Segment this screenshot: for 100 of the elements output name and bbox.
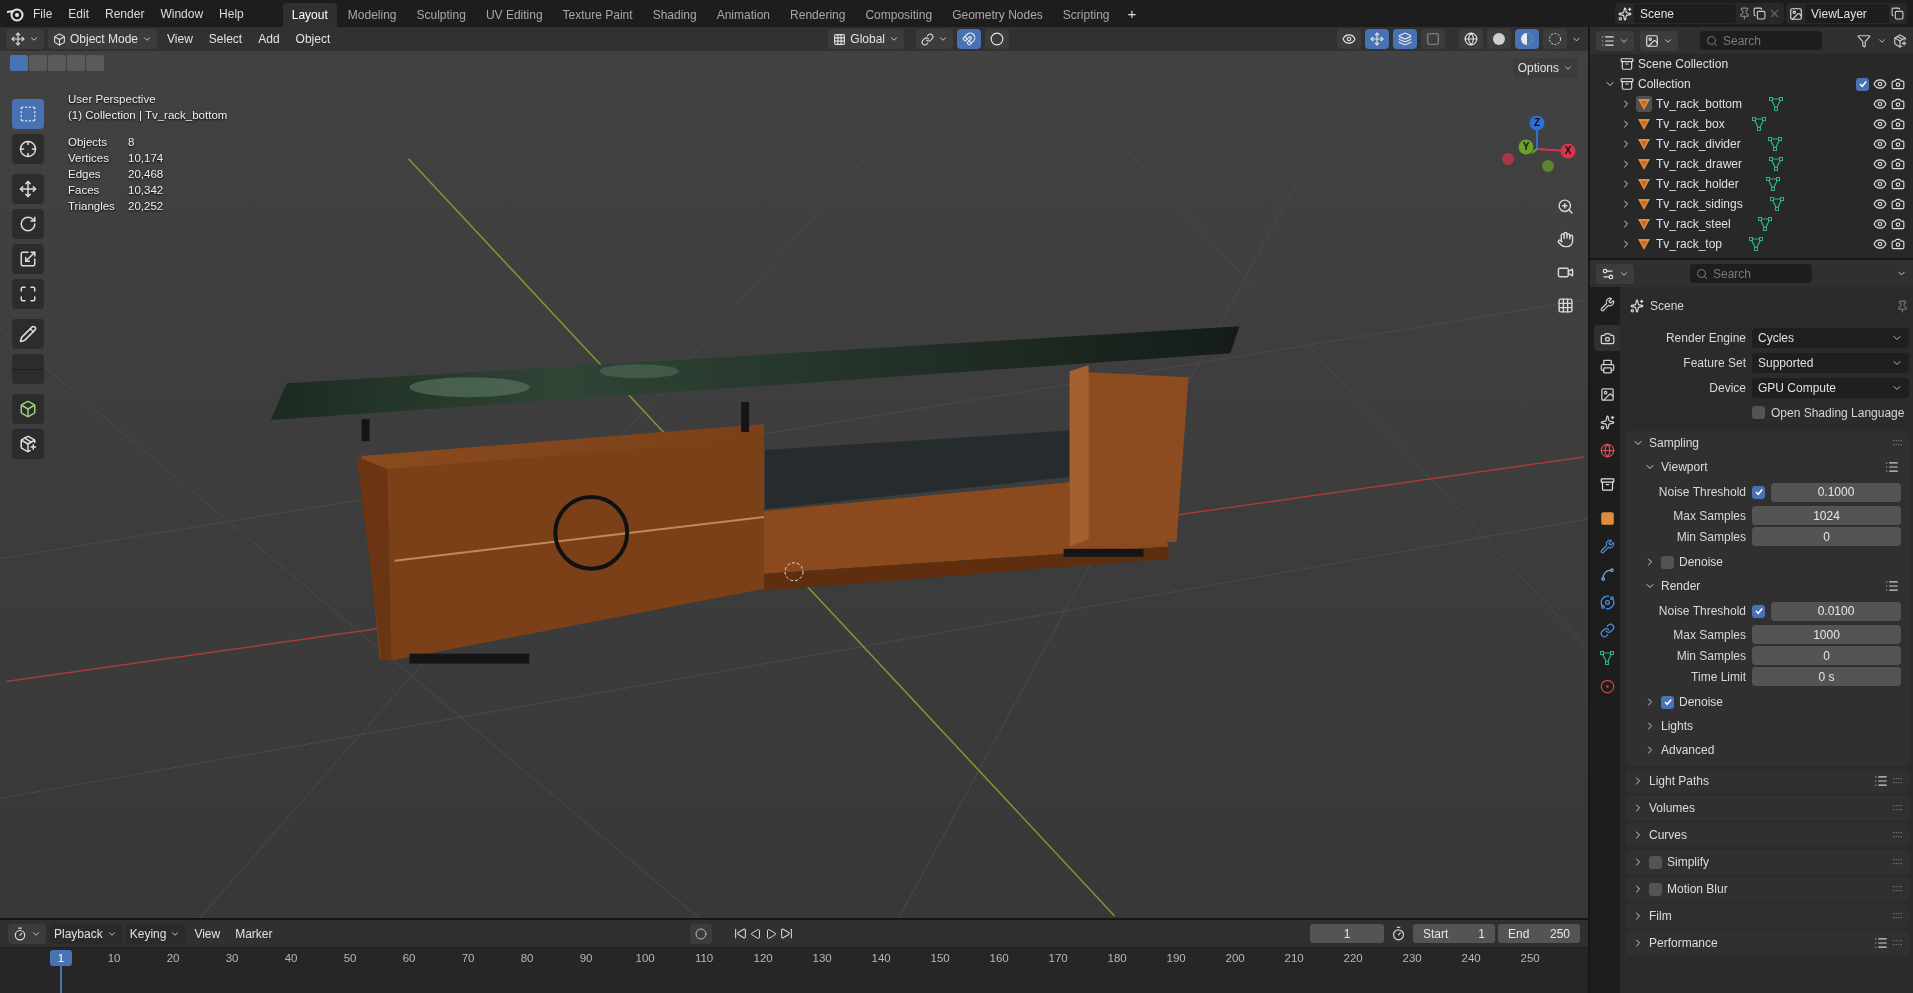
dropdown[interactable]: Supported [1752, 352, 1909, 373]
panel-checkbox[interactable] [1649, 882, 1662, 896]
search-field[interactable]: Search [1700, 31, 1822, 50]
editor-type-button[interactable] [1596, 30, 1634, 51]
camera-icon[interactable] [1891, 97, 1905, 111]
panel-header[interactable]: Render [1638, 574, 1905, 598]
menu-dropdown[interactable]: Playback [49, 923, 122, 944]
display-mode-button[interactable] [1640, 30, 1678, 51]
shading-button[interactable] [1515, 29, 1539, 49]
drag-handle-icon[interactable] [1893, 939, 1903, 947]
tool-button[interactable] [12, 174, 44, 204]
workspace-tab[interactable]: Texture Paint [553, 3, 642, 27]
workspace-tab[interactable]: Compositing [856, 3, 942, 27]
checkbox[interactable] [1752, 406, 1765, 419]
tool-button[interactable] [12, 394, 44, 424]
tool-button[interactable] [12, 244, 44, 274]
workspace-tab[interactable]: Geometry Nodes [943, 3, 1052, 27]
eye-icon[interactable] [1873, 97, 1887, 111]
number-field[interactable]: 0 [1752, 527, 1901, 546]
tool-button[interactable] [12, 319, 44, 349]
playhead[interactable]: 1 [50, 950, 72, 966]
camera-icon[interactable] [1891, 197, 1905, 211]
toggle-button[interactable] [1365, 29, 1389, 49]
checkbox[interactable] [1752, 485, 1765, 499]
shading-button[interactable] [1487, 29, 1511, 49]
end-frame-field[interactable]: End 250 [1498, 924, 1580, 943]
panel-header[interactable]: Volumes [1626, 796, 1909, 820]
panel-header[interactable]: Simplify [1626, 850, 1909, 874]
panel-checkbox[interactable] [1649, 855, 1662, 869]
outliner-item[interactable]: Tv_rack_bottom [1656, 97, 1743, 111]
view-layer-selector[interactable]: ViewLayer [1805, 4, 1889, 23]
play-reverse-icon[interactable] [749, 927, 762, 940]
eye-icon[interactable] [1873, 77, 1887, 91]
number-field[interactable]: 0 [1752, 646, 1901, 665]
skip-back-icon[interactable] [733, 927, 747, 940]
drag-handle-icon[interactable] [1893, 804, 1903, 812]
workspace-tab[interactable]: Scripting [1053, 3, 1119, 27]
number-field[interactable]: 0.1000 [1771, 482, 1901, 502]
toggle-button[interactable] [957, 29, 981, 49]
skip-forward-icon[interactable] [779, 927, 793, 940]
outliner-item[interactable]: Tv_rack_sidings [1656, 197, 1743, 211]
panel-checkbox[interactable] [1661, 555, 1674, 569]
drag-handle-icon[interactable] [1893, 858, 1903, 866]
workspace-tab[interactable]: Layout [282, 3, 337, 27]
toggle-button[interactable] [1337, 29, 1361, 49]
camera-icon[interactable] [1891, 217, 1905, 231]
eye-icon[interactable] [1873, 177, 1887, 191]
toggle-button[interactable] [1393, 29, 1417, 49]
camera-icon[interactable] [1891, 77, 1905, 91]
outliner-item[interactable]: Scene Collection [1638, 57, 1729, 71]
pivot-button[interactable] [916, 29, 953, 49]
scene-selector[interactable]: Scene [1634, 4, 1736, 23]
panel-header[interactable]: Advanced [1638, 738, 1905, 762]
outliner-item[interactable]: Tv_rack_divider [1656, 137, 1741, 151]
number-field[interactable]: 0 s [1752, 667, 1901, 686]
panel-header[interactable]: Denoise [1638, 550, 1905, 574]
tool-button[interactable] [12, 279, 44, 309]
menu-item[interactable]: Add [252, 29, 286, 49]
eye-icon[interactable] [1873, 137, 1887, 151]
editor-type-button[interactable] [6, 29, 44, 49]
menu-item[interactable]: Help [212, 2, 251, 25]
shading-button[interactable] [1543, 29, 1567, 49]
tool-button[interactable] [12, 429, 44, 459]
panel-header[interactable]: Viewport [1638, 455, 1905, 479]
menu-item[interactable]: Window [153, 2, 211, 25]
checkbox[interactable] [1856, 77, 1869, 91]
editor-type-button[interactable] [1596, 263, 1634, 284]
panel-checkbox[interactable] [1661, 695, 1674, 709]
pin-icon[interactable] [1738, 7, 1751, 20]
shading-button[interactable] [1459, 29, 1483, 49]
workspace-tab[interactable]: Sculpting [407, 3, 475, 27]
camera-icon[interactable] [1891, 137, 1905, 151]
workspace-tab[interactable]: Shading [643, 3, 706, 27]
panel-header[interactable]: Light Paths [1626, 769, 1909, 793]
tool-button[interactable] [12, 134, 44, 164]
start-frame-field[interactable]: Start 1 [1413, 924, 1495, 943]
add-workspace-button[interactable]: + [1120, 2, 1144, 25]
camera-icon[interactable] [1891, 117, 1905, 131]
panel-header[interactable]: Motion Blur [1626, 877, 1909, 901]
menu-item[interactable]: Edit [61, 2, 97, 25]
panel-header[interactable]: Sampling [1626, 431, 1909, 455]
list-icon[interactable] [1885, 579, 1899, 593]
dropdown[interactable]: Cycles [1752, 327, 1909, 348]
menu-item[interactable]: Marker [229, 923, 279, 944]
camera-icon[interactable] [1891, 177, 1905, 191]
list-icon[interactable] [1885, 460, 1899, 474]
search-field[interactable]: Search [1690, 264, 1812, 283]
number-field[interactable]: 1000 [1752, 625, 1901, 644]
list-icon[interactable] [1874, 774, 1888, 788]
options-dropdown[interactable]: Options [1512, 58, 1578, 78]
toggle-button[interactable] [1421, 29, 1445, 49]
panel-header[interactable]: Performance [1626, 931, 1909, 955]
editor-type-button[interactable] [8, 923, 46, 944]
eye-icon[interactable] [1873, 117, 1887, 131]
panel-header[interactable]: Film [1626, 904, 1909, 928]
eye-icon[interactable] [1873, 157, 1887, 171]
copy-icon[interactable] [1891, 7, 1904, 20]
drag-handle-icon[interactable] [1893, 777, 1903, 785]
camera-icon[interactable] [1891, 157, 1905, 171]
eye-icon[interactable] [1873, 237, 1887, 251]
